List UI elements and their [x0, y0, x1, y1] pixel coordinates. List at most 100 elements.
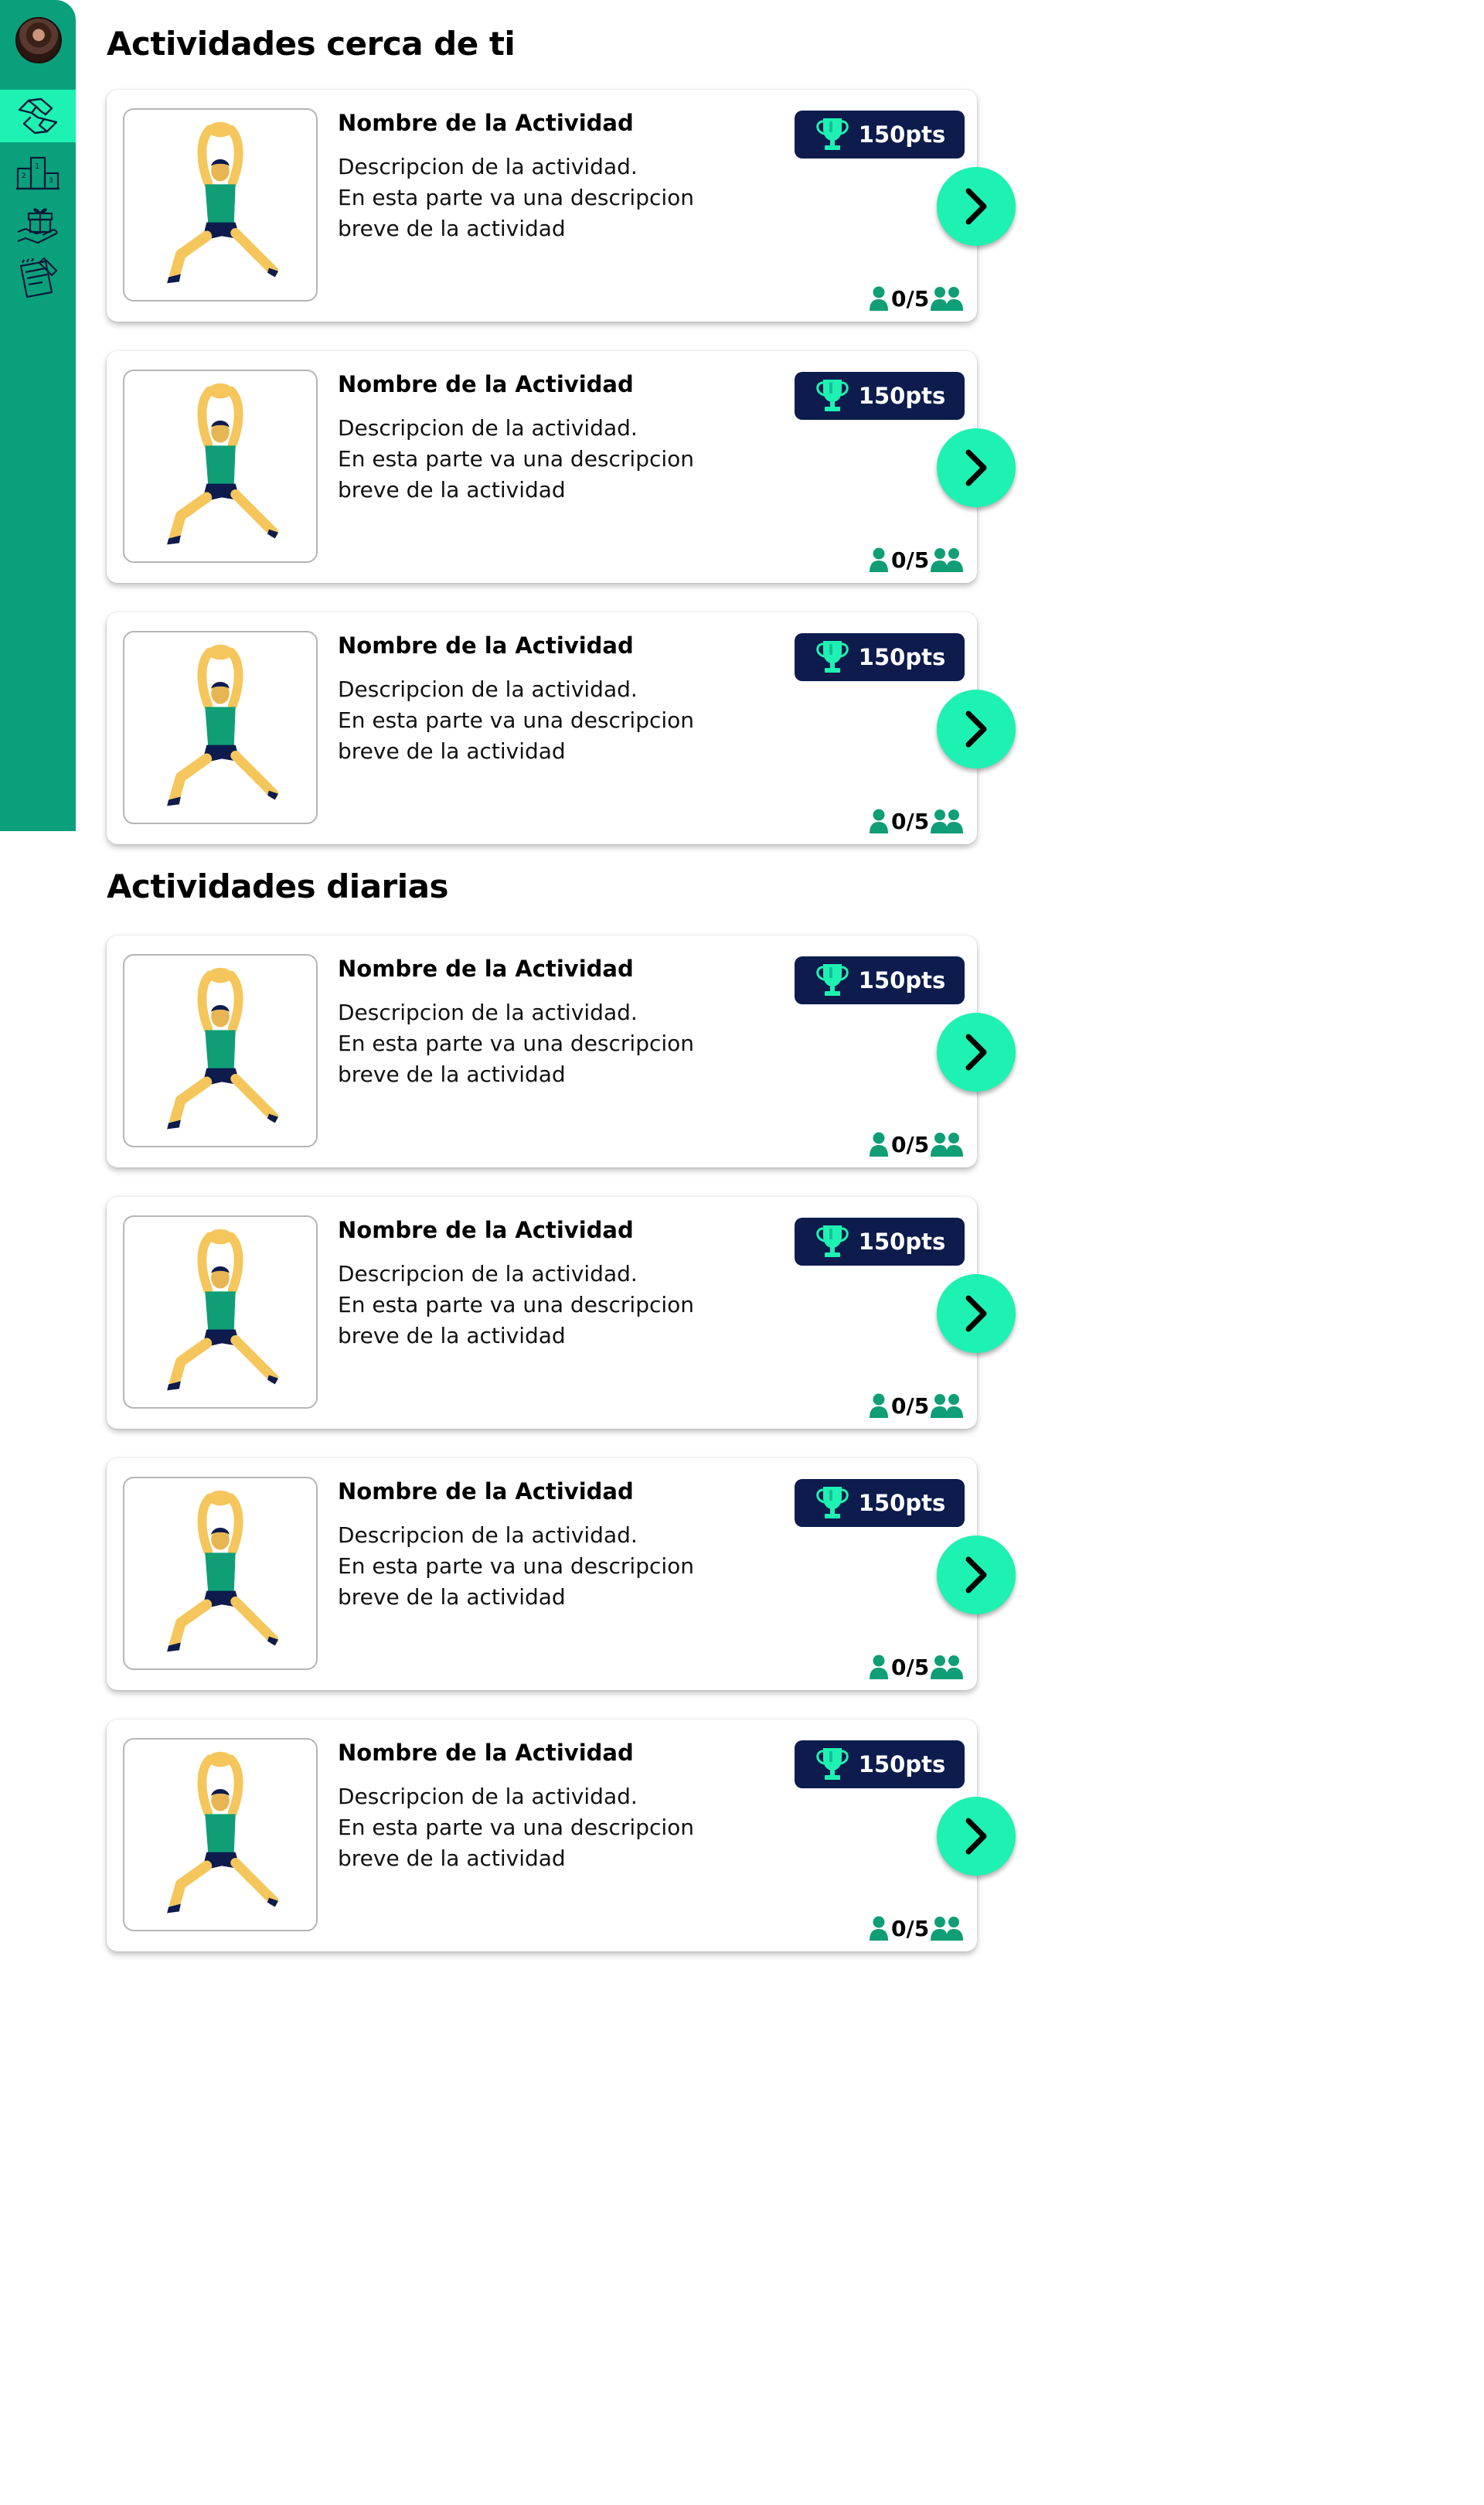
open-activity-button[interactable]: [937, 1013, 1016, 1092]
trophy-icon: [816, 1748, 849, 1780]
participants-count: 0/5: [868, 1653, 964, 1681]
activity-description: Descripcion de la actividad. En esta par…: [338, 1259, 771, 1351]
chevron-right-icon: [965, 449, 987, 486]
stretching-figure-illustration: [167, 121, 279, 284]
participants-label: 0/5: [891, 1392, 930, 1419]
notebook-pencil-icon: [19, 257, 58, 298]
sidebar-item-notes[interactable]: [0, 252, 76, 305]
activity-card[interactable]: Nombre de la Actividad Descripcion de la…: [107, 351, 1016, 583]
participants-count: 0/5: [868, 1392, 964, 1420]
user-avatar[interactable]: [15, 17, 62, 63]
activity-description: Descripcion de la actividad. En esta par…: [338, 152, 771, 244]
trophy-icon: [816, 380, 849, 411]
open-activity-button[interactable]: [937, 428, 1016, 507]
points-label: 150pts: [858, 644, 946, 670]
open-activity-button[interactable]: [937, 690, 1016, 769]
sidebar-item-rewards[interactable]: [0, 198, 76, 250]
trophy-icon: [816, 1225, 849, 1257]
points-badge: 150pts: [795, 1740, 965, 1788]
activity-description-line: breve de la actividad: [338, 1323, 566, 1348]
activity-title: Nombre de la Actividad: [338, 1217, 634, 1243]
activity-title: Nombre de la Actividad: [338, 110, 634, 136]
group-icon: [931, 1655, 964, 1679]
activity-description-line: En esta parte va una descripcion: [338, 1553, 695, 1579]
participants-count: 0/5: [868, 285, 964, 312]
points-label: 150pts: [858, 1490, 946, 1516]
group-icon: [931, 548, 964, 572]
participants-label: 0/5: [891, 1915, 930, 1941]
chevron-right-icon: [965, 1818, 987, 1855]
points-label: 150pts: [858, 121, 946, 148]
activity-card[interactable]: Nombre de la Actividad Descripcion de la…: [107, 1458, 1016, 1690]
activity-card[interactable]: Nombre de la Actividad Descripcion de la…: [107, 612, 1016, 844]
points-badge: 150pts: [795, 1218, 965, 1266]
group-icon: [931, 1133, 964, 1157]
activity-description-line: Descripcion de la actividad.: [338, 1522, 638, 1548]
participants-count: 0/5: [868, 1914, 964, 1942]
person-icon: [870, 1916, 888, 1941]
points-badge: 150pts: [795, 372, 965, 420]
activity-description-line: breve de la actividad: [338, 477, 566, 503]
points-badge: 150pts: [795, 956, 965, 1004]
stretching-figure-illustration: [167, 383, 279, 545]
stretching-figure-illustration: [167, 644, 279, 806]
activity-image: [123, 631, 318, 824]
chevron-right-icon: [965, 1556, 987, 1593]
activity-description: Descripcion de la actividad. En esta par…: [338, 1520, 771, 1613]
activity-description-line: En esta parte va una descripcion: [338, 185, 695, 210]
chevron-right-icon: [965, 188, 987, 225]
chevron-right-icon: [965, 1295, 987, 1332]
activity-description-line: Descripcion de la actividad.: [338, 415, 638, 441]
activity-description-line: breve de la actividad: [338, 1584, 566, 1610]
activity-image: [123, 370, 318, 563]
trophy-icon: [816, 118, 849, 150]
activity-title: Nombre de la Actividad: [338, 956, 634, 982]
activity-image: [123, 954, 318, 1147]
trophy-icon: [816, 964, 849, 996]
participants-count: 0/5: [868, 546, 964, 574]
activity-description: Descripcion de la actividad. En esta par…: [338, 674, 771, 767]
open-activity-button[interactable]: [937, 1797, 1016, 1876]
participants-count: 0/5: [868, 1130, 964, 1158]
chevron-right-icon: [965, 711, 987, 748]
points-label: 150pts: [858, 967, 946, 993]
activity-image: [123, 1738, 318, 1931]
trophy-icon: [816, 641, 849, 673]
activity-description-line: Descripcion de la actividad.: [338, 1261, 638, 1287]
open-activity-button[interactable]: [937, 1535, 1016, 1614]
activity-description-line: Descripcion de la actividad.: [338, 1000, 638, 1025]
points-badge: 150pts: [795, 633, 965, 681]
participants-count: 0/5: [868, 807, 964, 835]
activity-card[interactable]: Nombre de la Actividad Descripcion de la…: [107, 1197, 1016, 1429]
gift-hand-icon: [17, 208, 58, 244]
open-activity-button[interactable]: [937, 1274, 1016, 1353]
hands-together-icon: [18, 97, 58, 135]
group-icon: [931, 809, 964, 833]
sidebar-item-ranking[interactable]: 1 2 3: [0, 144, 76, 196]
activity-description: Descripcion de la actividad. En esta par…: [338, 413, 771, 506]
podium-icon: 1 2 3: [16, 156, 60, 190]
activity-description-line: breve de la actividad: [338, 1062, 566, 1087]
svg-text:3: 3: [49, 177, 53, 185]
open-activity-button[interactable]: [937, 167, 1016, 246]
person-icon: [870, 547, 888, 572]
activity-card[interactable]: Nombre de la Actividad Descripcion de la…: [107, 1719, 1016, 1951]
activity-description-line: Descripcion de la actividad.: [338, 1784, 638, 1809]
person-icon: [870, 1393, 888, 1418]
section-title: Actividades diarias: [107, 867, 448, 905]
activity-card[interactable]: Nombre de la Actividad Descripcion de la…: [107, 936, 1016, 1167]
participants-label: 0/5: [891, 1131, 930, 1157]
points-label: 150pts: [858, 383, 946, 409]
activity-description: Descripcion de la actividad. En esta par…: [338, 997, 771, 1090]
activity-card[interactable]: Nombre de la Actividad Descripcion de la…: [107, 90, 1016, 322]
stretching-figure-illustration: [167, 967, 279, 1130]
person-icon: [870, 809, 888, 833]
activity-image: [123, 1215, 318, 1409]
activity-description-line: En esta parte va una descripcion: [338, 1815, 695, 1840]
activity-description-line: Descripcion de la actividad.: [338, 154, 638, 179]
activity-title: Nombre de la Actividad: [338, 1478, 634, 1505]
activity-image: [123, 1477, 318, 1670]
activity-title: Nombre de la Actividad: [338, 1740, 634, 1766]
activity-title: Nombre de la Actividad: [338, 632, 634, 659]
sidebar-item-activities[interactable]: [0, 90, 76, 142]
